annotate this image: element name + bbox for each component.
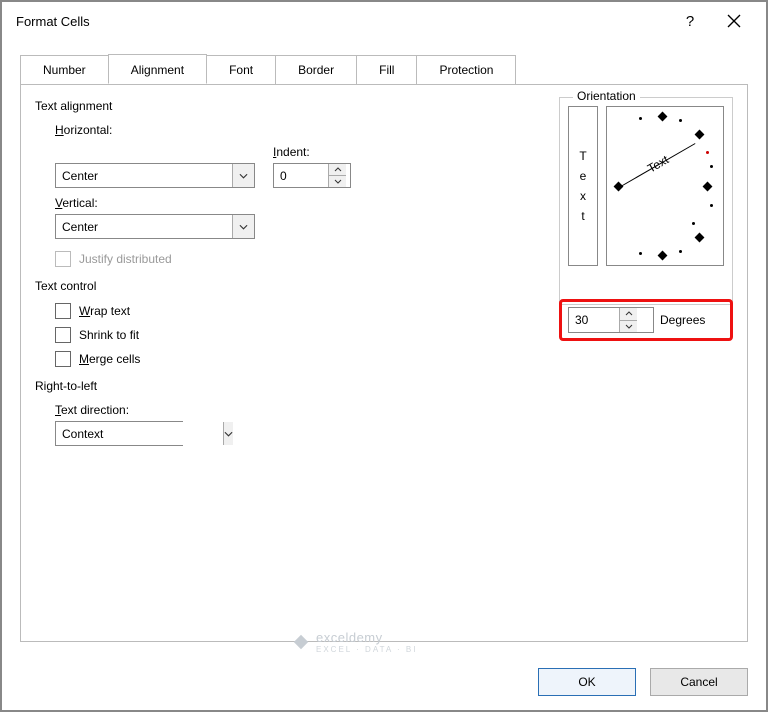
chevron-down-icon[interactable]: [223, 422, 233, 445]
tab-border[interactable]: Border: [275, 55, 357, 85]
horizontal-combo[interactable]: [55, 163, 255, 188]
checkbox-box: [55, 251, 71, 267]
degrees-input[interactable]: [569, 308, 619, 332]
checkbox-box: [55, 303, 71, 319]
tab-alignment[interactable]: Alignment: [108, 54, 207, 84]
chevron-down-icon[interactable]: [232, 215, 254, 238]
indent-up[interactable]: [329, 164, 346, 176]
wrap-label: Wrap text: [79, 304, 130, 318]
cancel-button[interactable]: Cancel: [650, 668, 748, 696]
indent-spinner[interactable]: [273, 163, 351, 188]
wrap-text-checkbox[interactable]: Wrap text: [55, 303, 395, 319]
orientation-group: Orientation T e x t: [559, 85, 733, 341]
indent-input[interactable]: [274, 164, 328, 187]
tab-strip: Number Alignment Font Border Fill Protec…: [20, 54, 766, 84]
logo-icon: [292, 633, 310, 651]
indent-group: Indent:: [273, 141, 351, 188]
rtl-heading: Right-to-left: [35, 379, 395, 393]
shrink-to-fit-checkbox[interactable]: Shrink to fit: [55, 327, 395, 343]
orientation-dial[interactable]: Text: [606, 106, 724, 266]
indent-label: Indent:: [273, 145, 351, 159]
vertical-text-button[interactable]: T e x t: [568, 106, 598, 266]
merge-cells-checkbox[interactable]: Merge cells: [55, 351, 395, 367]
tab-protection[interactable]: Protection: [416, 55, 516, 85]
dialog-footer: OK Cancel: [538, 668, 748, 696]
watermark: exceldemy EXCEL · DATA · BI: [292, 630, 417, 654]
orientation-heading: Orientation: [573, 89, 640, 103]
text-direction-combo[interactable]: [55, 421, 183, 446]
checkbox-box: [55, 351, 71, 367]
text-direction-input[interactable]: [56, 422, 223, 445]
tab-fill[interactable]: Fill: [356, 55, 417, 85]
horizontal-label: Horizontal:: [55, 123, 395, 137]
tab-font[interactable]: Font: [206, 55, 276, 85]
watermark-brand: exceldemy: [316, 630, 383, 645]
degrees-label: Degrees: [660, 313, 705, 327]
degrees-spinner[interactable]: [568, 307, 654, 333]
help-icon: ?: [686, 13, 694, 30]
ok-button[interactable]: OK: [538, 668, 636, 696]
left-column: Text alignment Horizontal: Indent: Verti…: [35, 99, 395, 446]
text-direction-label: Text direction:: [55, 403, 395, 417]
orientation-text: Text: [645, 152, 671, 175]
chevron-down-icon[interactable]: [232, 164, 254, 187]
vertical-combo[interactable]: [55, 214, 255, 239]
text-alignment-heading: Text alignment: [35, 99, 395, 113]
degrees-row: Degrees: [559, 299, 733, 341]
merge-label: Merge cells: [79, 352, 140, 366]
text-control-heading: Text control: [35, 279, 395, 293]
help-button[interactable]: ?: [668, 6, 712, 36]
justify-distributed-checkbox: Justify distributed: [55, 251, 395, 267]
window-title: Format Cells: [16, 14, 90, 29]
justify-label: Justify distributed: [79, 252, 172, 266]
vertical-input[interactable]: [56, 215, 232, 238]
degrees-up[interactable]: [620, 308, 637, 321]
close-icon: [727, 14, 741, 28]
shrink-label: Shrink to fit: [79, 328, 139, 342]
vertical-label: Vertical:: [55, 196, 395, 210]
orientation-box: T e x t Text: [559, 97, 733, 305]
indent-down[interactable]: [329, 176, 346, 187]
tab-number[interactable]: Number: [20, 55, 109, 85]
degrees-down[interactable]: [620, 321, 637, 333]
titlebar: Format Cells ?: [2, 2, 766, 40]
checkbox-box: [55, 327, 71, 343]
close-button[interactable]: [712, 6, 756, 36]
watermark-sub: EXCEL · DATA · BI: [316, 645, 417, 654]
horizontal-input[interactable]: [56, 164, 232, 187]
alignment-panel: Text alignment Horizontal: Indent: Verti…: [20, 84, 748, 642]
